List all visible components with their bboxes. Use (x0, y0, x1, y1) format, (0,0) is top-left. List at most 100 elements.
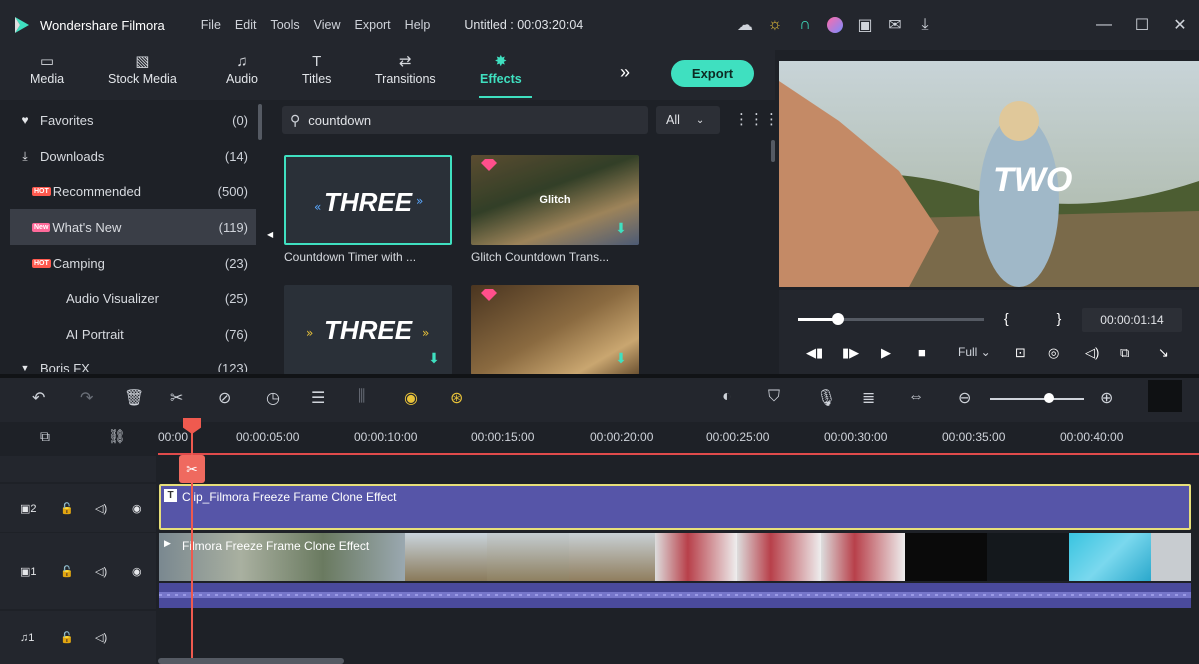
mute-icon[interactable]: ◁) (95, 502, 107, 515)
audio-waveform[interactable] (159, 583, 1191, 608)
more-tabs-button[interactable]: » (620, 62, 630, 83)
track-header-spacer (0, 456, 156, 482)
menu-file[interactable]: File (201, 18, 221, 32)
expand-icon[interactable]: ↘ (1158, 345, 1169, 361)
download-icon[interactable]: ⤓ (910, 10, 940, 40)
fit-icon[interactable]: ⇔ (908, 388, 924, 406)
svg-text:»: » (416, 194, 423, 208)
mail-icon[interactable]: ✉ (880, 10, 910, 40)
quality-dropdown[interactable]: Full ⌄ (958, 345, 991, 359)
render-icon[interactable]: ◐ (722, 388, 732, 406)
volume-icon[interactable]: ◁) (1085, 345, 1099, 361)
preview-player[interactable]: TWO (779, 61, 1199, 287)
mic-icon[interactable]: 🎙 (816, 388, 836, 408)
menu-help[interactable]: Help (405, 18, 431, 32)
timeline-scrollbar[interactable] (158, 658, 344, 664)
close-button[interactable]: ✕ (1161, 8, 1199, 42)
display-icon[interactable]: ⊡ (1015, 345, 1026, 361)
adjust-icon[interactable]: ☰ (311, 388, 325, 408)
folder-icon: ▭ (39, 53, 55, 70)
eye-icon[interactable]: ◉ (132, 502, 142, 515)
effect-card-glitch-countdown[interactable]: Glitch ⬇ (471, 155, 639, 245)
caret-down-icon[interactable]: ▼ (10, 363, 40, 372)
maximize-button[interactable]: ☐ (1123, 8, 1161, 42)
motion-track-icon[interactable]: ◉ (404, 388, 418, 408)
menu-edit[interactable]: Edit (235, 18, 257, 32)
effect-thumb: ⬇ (481, 289, 627, 367)
grid-view-icon[interactable]: ⋮⋮⋮ (734, 110, 779, 128)
cut-icon[interactable]: ✂ (170, 388, 183, 408)
zoom-out-icon[interactable]: ⊖ (958, 388, 971, 408)
sidebar-item-boris-fx[interactable]: ▼ Boris FX (123) (10, 350, 256, 373)
menu-view[interactable]: View (314, 18, 341, 32)
avatar-icon[interactable] (820, 10, 850, 40)
speed-icon[interactable]: ◷ (266, 388, 280, 408)
crop-icon[interactable]: ⊘ (218, 388, 231, 408)
minimize-button[interactable]: — (1085, 8, 1123, 42)
zoom-slider-track[interactable] (990, 398, 1084, 400)
effect-thumb: THREE » » ⬇ (306, 315, 440, 367)
effects-scrollbar[interactable] (771, 140, 775, 162)
collapse-sidebar-icon[interactable]: ◀ (267, 230, 273, 239)
effect-card-three[interactable]: THREE » » ⬇ (284, 285, 452, 375)
filter-dropdown[interactable]: All ⌄ (656, 106, 720, 134)
effect-thumb: THREE « » (314, 187, 423, 217)
sidebar-item-favorites[interactable]: ♥ Favorites (0) (10, 102, 256, 138)
undo-icon[interactable]: ↶ (32, 388, 45, 408)
add-track-icon[interactable]: ⧉ (40, 428, 50, 445)
sidebar-item-whats-new[interactable]: New What's New (119) (10, 209, 256, 245)
zoom-in-icon[interactable]: ⊕ (1100, 388, 1113, 408)
prev-frame-icon[interactable]: ◀▮ (806, 345, 823, 361)
export-button[interactable]: Export (671, 60, 754, 87)
heart-icon: ♥ (21, 113, 29, 127)
sidebar-item-recommended[interactable]: HOT Recommended (500) (10, 173, 256, 209)
sidebar-item-audio-visualizer[interactable]: Audio Visualizer (25) (10, 280, 256, 316)
effect-card-4[interactable]: ⬇ (471, 285, 639, 375)
tab-effects[interactable]: ✸ Effects (480, 52, 522, 86)
link-icon[interactable]: ⛓ (108, 428, 126, 445)
voiceover-icon[interactable]: ≣ (862, 388, 875, 408)
effect-card-countdown-timer[interactable]: THREE « » (284, 155, 452, 245)
sidebar-item-count: (0) (232, 112, 248, 128)
menu-export[interactable]: Export (355, 18, 391, 32)
headset-icon[interactable]: ∩ (790, 10, 820, 40)
mute-icon[interactable]: ◁) (95, 565, 107, 578)
tab-stock-media[interactable]: ▧ Stock Media (108, 52, 177, 86)
effects-search-input[interactable]: ⚲ countdown (282, 106, 648, 134)
next-frame-icon[interactable]: ▮▶ (842, 345, 859, 361)
tab-media[interactable]: ▭ Media (30, 52, 64, 86)
svg-text:⬇: ⬇ (615, 221, 627, 237)
layout-toggle-icon[interactable] (1148, 380, 1182, 412)
title-clip-label: Clip_Filmora Freeze Frame Clone Effect (182, 490, 397, 504)
sidebar-scrollbar[interactable] (258, 104, 262, 140)
lock-icon[interactable]: 🔓 (60, 631, 74, 644)
mute-icon[interactable]: ◁) (95, 631, 107, 644)
cloud-icon[interactable]: ☁ (730, 10, 760, 40)
audio-mix-icon[interactable]: ⫼ (358, 388, 365, 406)
tab-transitions[interactable]: ⇄ Transitions (375, 52, 436, 86)
preview-progress-knob[interactable] (832, 313, 844, 325)
ai-icon[interactable]: ⊛ (450, 388, 463, 408)
tab-audio[interactable]: ♫ Audio (226, 52, 258, 86)
lock-icon[interactable]: 🔓 (60, 502, 74, 515)
sidebar-item-ai-portrait[interactable]: AI Portrait (76) (10, 316, 256, 352)
menu-tools[interactable]: Tools (270, 18, 299, 32)
fullscreen-icon[interactable]: ⧉ (1120, 345, 1129, 361)
bulb-icon[interactable]: ☼ (760, 10, 790, 40)
mark-in-out[interactable]: { } (1004, 310, 1083, 326)
zoom-slider-knob[interactable] (1044, 393, 1054, 403)
split-scissors-icon[interactable]: ✂ (179, 455, 205, 483)
snapshot-icon[interactable]: ◎ (1048, 345, 1059, 361)
lock-icon[interactable]: 🔓 (60, 565, 74, 578)
redo-icon[interactable]: ↷ (80, 388, 93, 408)
play-icon[interactable]: ▶ (881, 345, 891, 361)
eye-icon[interactable]: ◉ (132, 565, 142, 578)
sidebar-item-camping[interactable]: HOT Camping (23) (10, 245, 256, 281)
marker-icon[interactable]: ⛉ (768, 388, 780, 406)
title-bar: Wondershare Filmora File Edit Tools View… (0, 0, 1199, 50)
delete-icon[interactable]: 🗑 (124, 388, 144, 408)
sidebar-item-downloads[interactable]: ⤓ Downloads (14) (10, 138, 256, 174)
stop-icon[interactable]: ■ (918, 345, 926, 360)
tab-titles[interactable]: T Titles (302, 52, 331, 86)
save-icon[interactable]: ▣ (850, 10, 880, 40)
